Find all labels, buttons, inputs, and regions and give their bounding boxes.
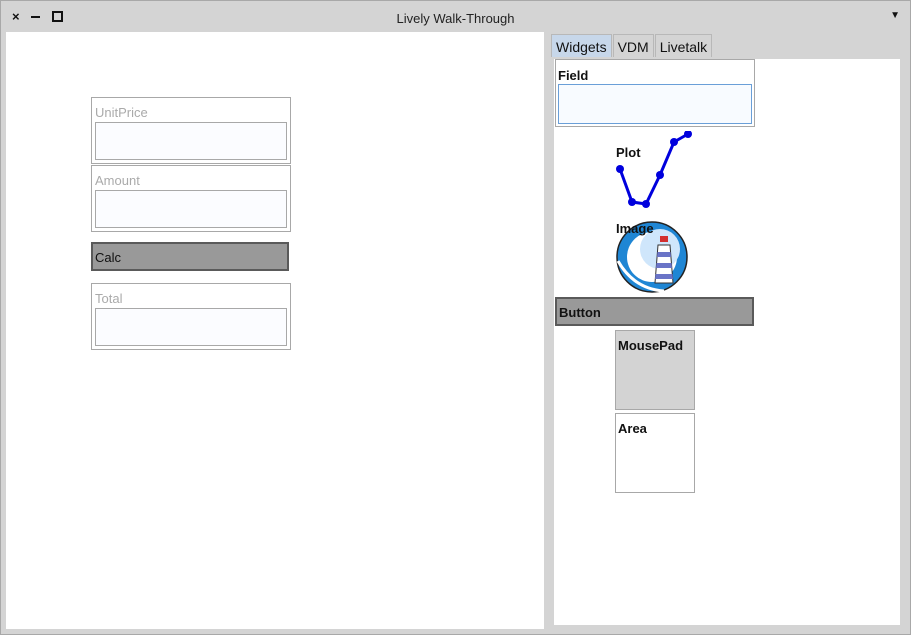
widgets-area: Field Plot Image Button MousePad Area <box>554 59 900 625</box>
window-menu-icon[interactable]: ▼ <box>890 10 900 21</box>
widget-palette-panel: Widgets VDM Livetalk Field Plot Image Bu… <box>549 32 905 629</box>
palette-tabs: Widgets VDM Livetalk <box>551 34 713 58</box>
palette-field-label: Field <box>558 68 589 83</box>
window-title: Lively Walk-Through <box>396 11 515 26</box>
palette-area-label: Area <box>618 421 647 436</box>
palette-plot-label: Plot <box>616 145 641 160</box>
calc-button-label: Calc <box>95 250 122 265</box>
total-label: Total <box>95 291 123 306</box>
unitprice-input[interactable] <box>95 122 287 160</box>
total-field[interactable]: Total <box>91 283 291 350</box>
palette-plot-widget[interactable]: Plot <box>614 130 698 211</box>
workspace-canvas[interactable]: UnitPrice Amount Calc Total <box>6 32 544 629</box>
app-window: × Lively Walk-Through ▼ UnitPrice Amount… <box>0 0 911 635</box>
palette-image-label: Image <box>616 221 654 236</box>
calc-button[interactable]: Calc <box>91 242 289 271</box>
tab-widgets[interactable]: Widgets <box>551 34 612 57</box>
palette-image-widget[interactable]: Image <box>614 219 698 293</box>
palette-area-widget[interactable]: Area <box>615 413 695 493</box>
tab-livetalk[interactable]: Livetalk <box>654 34 713 57</box>
total-input[interactable] <box>95 308 287 346</box>
palette-button-widget[interactable]: Button <box>555 297 754 326</box>
amount-input[interactable] <box>95 190 287 228</box>
amount-field[interactable]: Amount <box>91 165 291 232</box>
palette-field-input[interactable] <box>558 84 752 124</box>
unitprice-label: UnitPrice <box>95 105 148 120</box>
palette-mousepad-widget[interactable]: MousePad <box>615 330 695 410</box>
amount-label: Amount <box>95 173 140 188</box>
unitprice-field[interactable]: UnitPrice <box>91 97 291 164</box>
title-bar: × Lively Walk-Through ▼ <box>1 1 910 32</box>
tab-vdm[interactable]: VDM <box>612 34 654 57</box>
palette-mousepad-label: MousePad <box>618 338 684 353</box>
palette-button-label: Button <box>559 305 601 320</box>
palette-field-widget[interactable]: Field <box>555 59 755 127</box>
plot-icon <box>616 130 692 208</box>
